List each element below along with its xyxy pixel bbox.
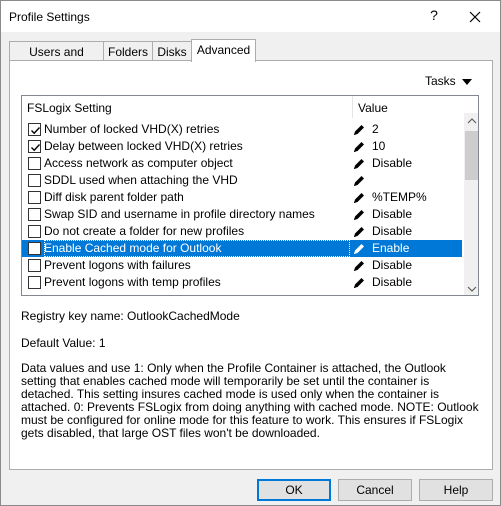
pencil-icon[interactable] xyxy=(352,157,366,171)
registry-key-name: Registry key name: OutlookCachedMode xyxy=(21,309,240,323)
row-checkbox[interactable] xyxy=(28,191,41,204)
row-label: Delay between locked VHD(X) retries xyxy=(44,139,243,153)
pencil-icon[interactable] xyxy=(352,242,366,256)
row-label: Prevent logons with temp profiles xyxy=(44,275,221,289)
pencil-icon[interactable] xyxy=(352,123,366,137)
list-row[interactable]: SDDL used when attaching the VHD xyxy=(22,172,462,189)
row-label: Prevent logons with failures xyxy=(44,258,191,272)
row-label: Access network as computer object xyxy=(44,156,233,170)
row-checkbox[interactable] xyxy=(28,276,41,289)
window-title: Profile Settings xyxy=(9,10,90,24)
help-icon[interactable]: ? xyxy=(425,7,443,27)
row-label: Diff disk parent folder path xyxy=(44,190,184,204)
row-checkbox[interactable] xyxy=(28,242,41,255)
column-separator[interactable] xyxy=(352,96,353,118)
pencil-icon[interactable] xyxy=(352,276,366,290)
pencil-icon[interactable] xyxy=(352,208,366,222)
cancel-button[interactable]: Cancel xyxy=(338,479,412,501)
list-row[interactable]: Delay between locked VHD(X) retries 10 xyxy=(22,138,462,155)
row-checkbox[interactable] xyxy=(28,123,41,136)
row-label: SDDL used when attaching the VHD xyxy=(44,173,238,187)
pencil-icon[interactable] xyxy=(352,191,366,205)
tasks-dropdown-icon[interactable] xyxy=(462,79,472,85)
list-row[interactable]: Swap SID and username in profile directo… xyxy=(22,206,462,223)
pencil-icon[interactable] xyxy=(352,174,366,188)
tab-advanced[interactable]: Advanced xyxy=(191,39,256,62)
list-header: FSLogix Setting Value xyxy=(22,96,464,118)
pencil-icon[interactable] xyxy=(352,259,366,273)
ok-button[interactable]: OK xyxy=(257,479,331,501)
tasks-menu[interactable]: Tasks xyxy=(425,74,456,88)
list-row[interactable]: Do not create a folder for new profiles D… xyxy=(22,223,462,240)
list-row[interactable]: Number of locked VHD(X) retries 2 xyxy=(22,121,462,138)
row-checkbox[interactable] xyxy=(28,140,41,153)
row-value: Disable xyxy=(372,258,413,272)
title-bar: Profile Settings ? xyxy=(1,1,500,32)
scrollbar-thumb[interactable] xyxy=(465,131,478,180)
list-row[interactable]: Prevent logons with temp profiles Disable xyxy=(22,274,462,291)
row-checkbox[interactable] xyxy=(28,157,41,170)
default-value: Default Value: 1 xyxy=(21,336,106,350)
close-icon[interactable] xyxy=(463,5,487,29)
vertical-scrollbar[interactable] xyxy=(464,113,478,295)
setting-description: Data values and use 1: Only when the Pro… xyxy=(21,361,479,440)
row-value: Disable xyxy=(372,156,413,170)
tab-disks[interactable]: Disks xyxy=(152,41,192,61)
row-label: Do not create a folder for new profiles xyxy=(44,224,245,238)
scroll-up-icon[interactable] xyxy=(464,113,478,129)
pencil-icon[interactable] xyxy=(352,225,366,239)
list-row[interactable]: Prevent logons with failures Disable xyxy=(22,257,462,274)
profile-settings-dialog: Profile Settings ? Users and Groups Fold… xyxy=(0,0,501,506)
column-header-setting[interactable]: FSLogix Setting xyxy=(27,101,112,115)
row-label: Enable Cached mode for Outlook xyxy=(44,240,350,257)
settings-list: FSLogix Setting Value Number of locked V… xyxy=(21,95,479,296)
help-button[interactable]: Help xyxy=(419,479,493,501)
row-checkbox[interactable] xyxy=(28,174,41,187)
row-value: %TEMP% xyxy=(372,190,427,204)
row-checkbox[interactable] xyxy=(28,259,41,272)
row-value: Disable xyxy=(372,224,413,238)
list-row[interactable]: Enable Cached mode for Outlook Enable xyxy=(22,240,462,257)
list-row[interactable]: Diff disk parent folder path %TEMP% xyxy=(22,189,462,206)
row-value: 2 xyxy=(372,122,379,136)
column-header-value[interactable]: Value xyxy=(358,101,388,115)
row-value: Disable xyxy=(372,275,413,289)
row-value: Disable xyxy=(372,207,413,221)
list-row[interactable]: Access network as computer object Disable xyxy=(22,155,462,172)
pencil-icon[interactable] xyxy=(352,140,366,154)
row-value: Enable xyxy=(372,241,410,255)
scroll-down-icon[interactable] xyxy=(464,281,478,295)
row-value: 10 xyxy=(372,139,386,153)
row-label: Number of locked VHD(X) retries xyxy=(44,122,220,136)
tab-folders[interactable]: Folders xyxy=(103,41,153,61)
row-label: Swap SID and username in profile directo… xyxy=(44,207,315,221)
tab-users-and-groups[interactable]: Users and Groups xyxy=(9,41,104,73)
row-checkbox[interactable] xyxy=(28,208,41,221)
row-checkbox[interactable] xyxy=(28,225,41,238)
